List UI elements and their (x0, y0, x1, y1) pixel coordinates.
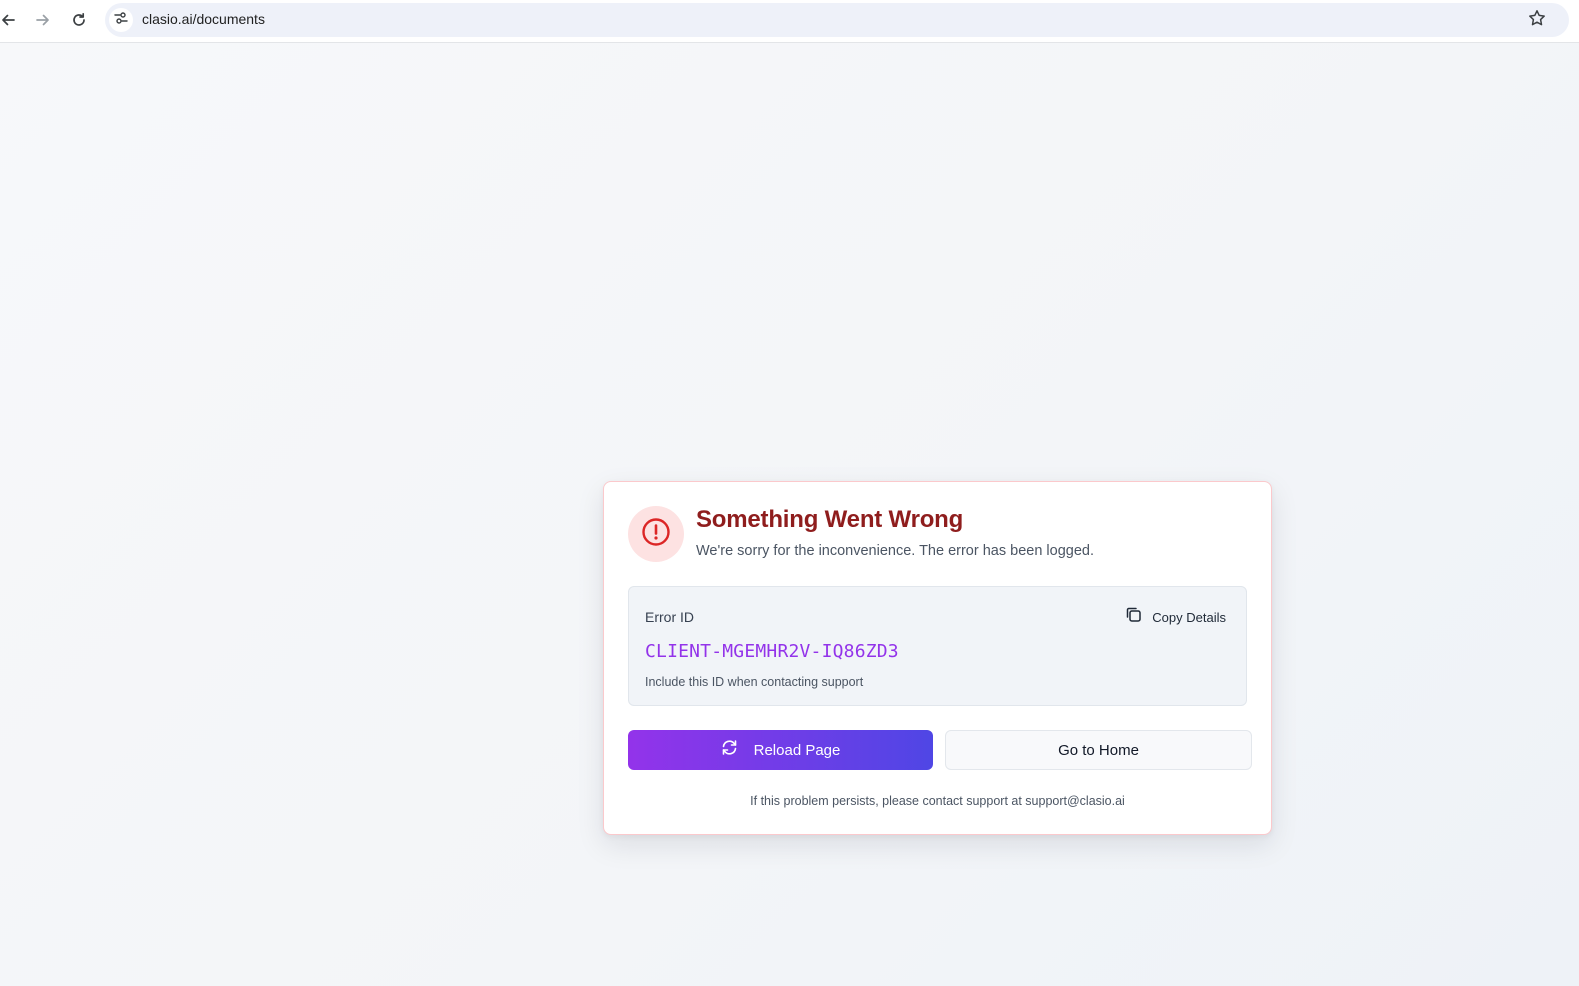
support-footer: If this problem persists, please contact… (750, 794, 1125, 808)
back-button[interactable] (0, 8, 20, 32)
copy-details-label: Copy Details (1152, 609, 1226, 625)
error-title: Something Went Wrong (696, 506, 964, 533)
error-id-value: CLIENT-MGEMHR2V-IQ86ZD3 (645, 641, 899, 662)
error-id-panel: Error ID Copy Details CLIENT-MGEMHR2V-IQ… (628, 586, 1247, 706)
browser-toolbar: clasio.ai/documents (0, 0, 1579, 43)
go-home-label: Go to Home (1058, 741, 1139, 759)
error-subtitle: We're sorry for the inconvenience. The e… (696, 543, 1094, 559)
address-bar[interactable]: clasio.ai/documents (105, 3, 1569, 37)
reload-browser-button[interactable] (67, 8, 91, 32)
alert-circle-icon (641, 517, 671, 552)
reload-page-button[interactable]: Reload Page (628, 730, 933, 770)
go-home-button[interactable]: Go to Home (945, 730, 1252, 770)
url-text[interactable]: clasio.ai/documents (142, 11, 265, 27)
error-id-label: Error ID (645, 609, 694, 625)
error-card: Something Went Wrong We're sorry for the… (603, 481, 1272, 835)
error-id-hint: Include this ID when contacting support (645, 675, 864, 689)
arrow-right-icon (35, 12, 51, 28)
star-icon (1528, 9, 1546, 32)
copy-details-button[interactable]: Copy Details (1121, 604, 1230, 630)
site-info-button[interactable] (109, 8, 133, 32)
bookmark-button[interactable] (1527, 9, 1547, 32)
refresh-cw-icon (721, 739, 738, 761)
refresh-icon (71, 12, 87, 28)
tune-icon (114, 11, 128, 30)
copy-icon (1125, 606, 1142, 628)
forward-button[interactable] (31, 8, 55, 32)
reload-page-label: Reload Page (753, 741, 841, 759)
alert-badge (628, 506, 684, 562)
arrow-left-icon (0, 12, 16, 28)
